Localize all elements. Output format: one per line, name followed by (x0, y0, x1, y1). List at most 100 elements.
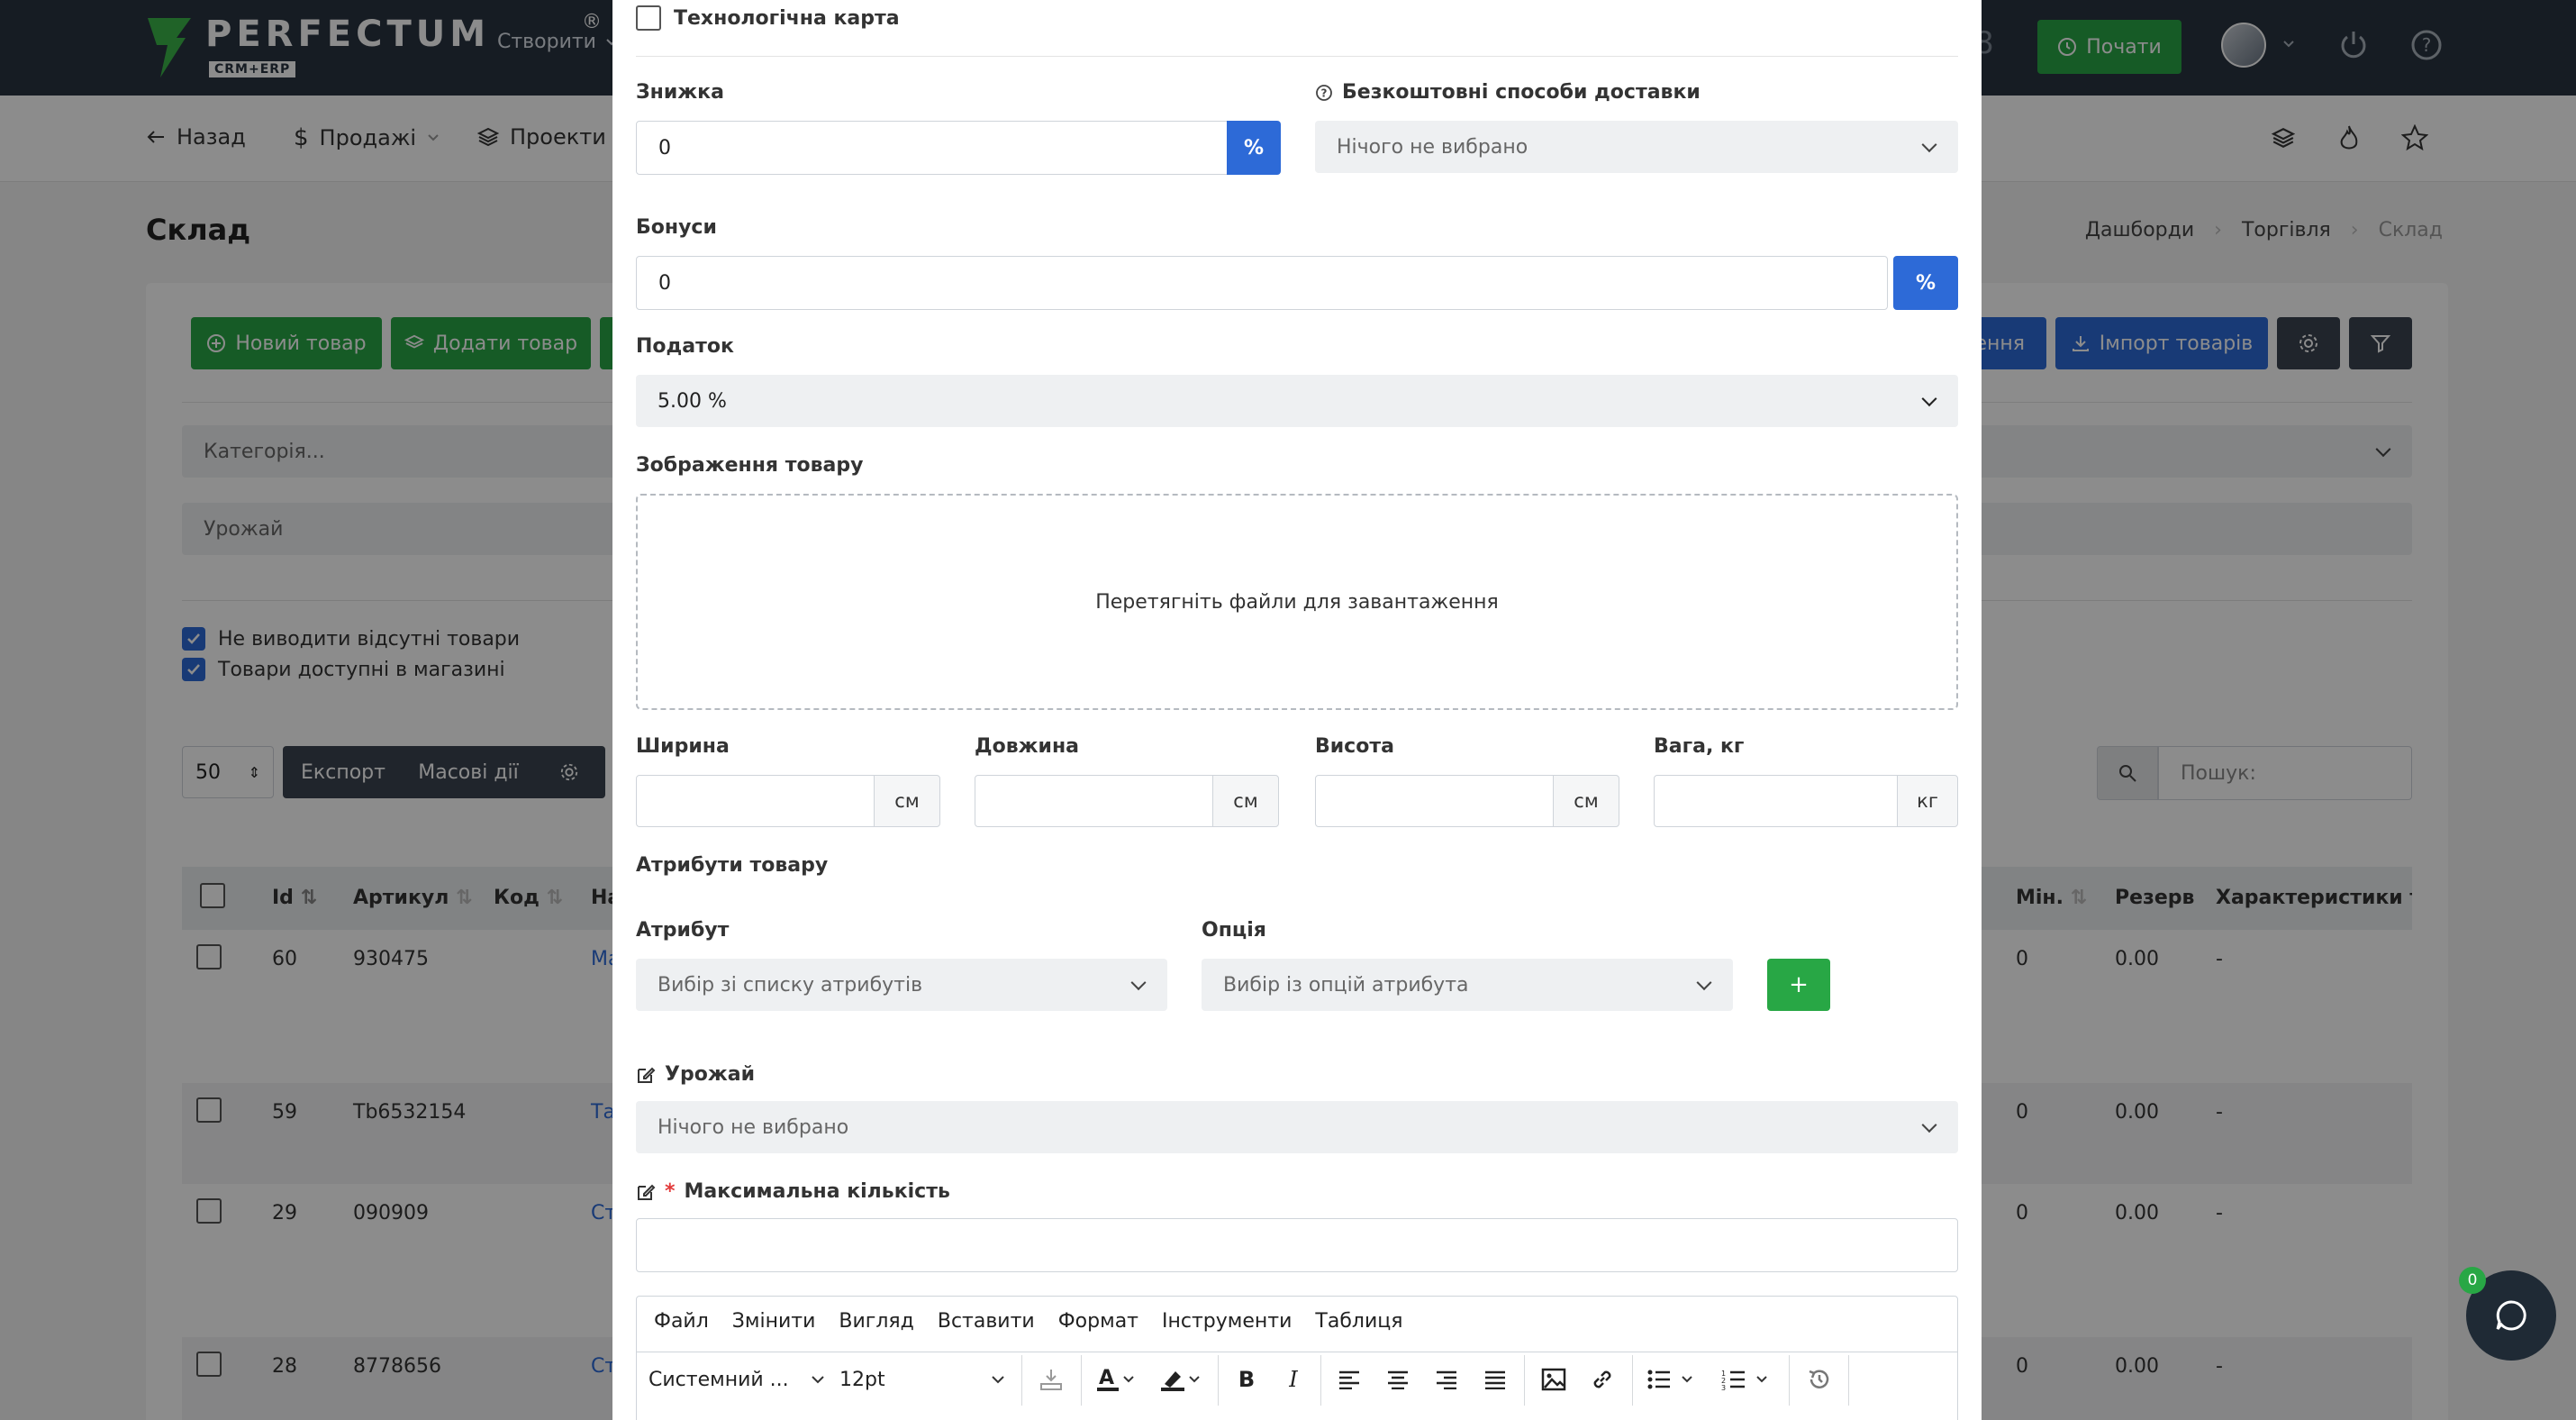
italic-icon: I (1289, 1367, 1298, 1392)
toolbar-separator (1081, 1355, 1082, 1406)
harvest-text: Урожай (665, 1063, 755, 1086)
italic-button[interactable]: I (1272, 1352, 1315, 1407)
toolbar-separator (1218, 1355, 1219, 1406)
menu-format[interactable]: Формат (1058, 1310, 1138, 1333)
chevron-down-icon (812, 1376, 824, 1384)
svg-text:?: ? (1321, 86, 1328, 99)
paste-icon (1040, 1370, 1062, 1390)
bonus-input[interactable]: 0 (636, 256, 1888, 310)
editor-menubar: Файл Змінити Вигляд Вставити Формат Інст… (654, 1310, 1402, 1333)
harvest-label: Урожай (636, 1063, 755, 1086)
bonus-value: 0 (658, 271, 671, 295)
attributes-label: Атрибути товару (636, 854, 829, 877)
attribute-select[interactable]: Вибір зі списку атрибутів (636, 959, 1167, 1011)
plus-icon: + (1789, 971, 1809, 998)
tech-card-checkbox[interactable]: Технологічна карта (636, 5, 900, 31)
product-modal: Технологічна карта Знижка 0 % ? Безкошто… (612, 0, 1982, 1420)
align-left-button[interactable] (1328, 1352, 1371, 1407)
length-unit: см (1212, 775, 1279, 827)
insert-image-button[interactable] (1531, 1352, 1576, 1407)
bonus-percent-toggle[interactable]: % (1893, 256, 1958, 310)
menu-file[interactable]: Файл (654, 1310, 709, 1333)
paste-button[interactable] (1029, 1352, 1074, 1407)
chevron-down-icon (1921, 1117, 1937, 1133)
discount-input[interactable]: 0 (636, 121, 1229, 175)
required-star: * (665, 1180, 676, 1203)
free-delivery-text: Безкоштовні способи доставки (1342, 81, 1701, 104)
option-placeholder: Вибір із опцій атрибута (1223, 973, 1469, 997)
menu-table[interactable]: Таблиця (1315, 1310, 1402, 1333)
toolbar-separator (1021, 1355, 1022, 1406)
length-label: Довжина (975, 735, 1079, 758)
image-dropzone[interactable]: Перетягніть файли для завантаження (636, 494, 1958, 710)
weight-label: Вага, кг (1654, 735, 1745, 758)
numbered-list-icon: 123 (1721, 1370, 1767, 1390)
highlight-color-button[interactable] (1151, 1352, 1212, 1407)
history-icon (1809, 1370, 1829, 1388)
option-select[interactable]: Вибір із опцій атрибута (1202, 959, 1733, 1011)
edit-icon[interactable] (636, 1182, 656, 1202)
bullet-list-icon (1647, 1370, 1692, 1389)
link-icon (1593, 1370, 1611, 1388)
percent-sign: % (1243, 136, 1265, 159)
width-label: Ширина (636, 735, 730, 758)
bonus-label: Бонуси (636, 216, 717, 239)
weight-unit: кг (1897, 775, 1958, 827)
chevron-down-icon (992, 1376, 1004, 1384)
text-color-icon: A (1097, 1367, 1134, 1391)
edit-icon[interactable] (636, 1065, 656, 1085)
toolbar-separator (1524, 1355, 1525, 1406)
font-family-select[interactable]: Системний ... (649, 1352, 825, 1407)
text-color-button[interactable]: A (1088, 1352, 1146, 1407)
discount-percent-toggle[interactable]: % (1227, 121, 1281, 175)
width-input[interactable] (636, 775, 875, 827)
harvest-select[interactable]: Нічого не вибрано (636, 1101, 1958, 1153)
percent-sign: % (1915, 271, 1937, 295)
highlighter-icon (1161, 1371, 1200, 1391)
free-delivery-label: ? Безкоштовні способи доставки (1315, 81, 1701, 104)
image-icon (1541, 1368, 1566, 1391)
align-center-button[interactable] (1376, 1352, 1420, 1407)
align-center-icon (1388, 1370, 1408, 1389)
weight-input[interactable] (1654, 775, 1899, 827)
max-qty-input[interactable] (636, 1218, 1958, 1272)
menu-tools[interactable]: Інструменти (1162, 1310, 1292, 1333)
toolbar-separator (1789, 1355, 1790, 1406)
help-icon[interactable]: ? (1315, 84, 1333, 102)
history-button[interactable] (1796, 1352, 1843, 1407)
bold-icon: B (1238, 1367, 1256, 1392)
font-size-select[interactable]: 12pt (839, 1352, 1005, 1407)
tax-value: 5.00 % (658, 389, 727, 413)
attribute-label: Атрибут (636, 919, 730, 942)
align-justify-icon (1485, 1370, 1505, 1389)
height-input[interactable] (1315, 775, 1555, 827)
font-size-value: 12pt (839, 1368, 885, 1391)
chevron-down-icon (1921, 391, 1937, 407)
align-left-icon (1339, 1370, 1359, 1389)
chat-unread-badge: 0 (2459, 1267, 2486, 1294)
bullet-list-button[interactable] (1639, 1352, 1708, 1407)
length-input[interactable] (975, 775, 1214, 827)
menu-insert[interactable]: Вставити (938, 1310, 1035, 1333)
add-attribute-button[interactable]: + (1767, 959, 1830, 1011)
insert-link-button[interactable] (1580, 1352, 1625, 1407)
align-justify-button[interactable] (1474, 1352, 1517, 1407)
bold-button[interactable]: B (1225, 1352, 1268, 1407)
attribute-placeholder: Вибір зі списку атрибутів (658, 973, 923, 997)
numbered-list-button[interactable]: 123 (1713, 1352, 1783, 1407)
toolbar-separator (1848, 1355, 1849, 1406)
tax-select[interactable]: 5.00 % (636, 375, 1958, 427)
divider (636, 56, 1958, 57)
checkbox-unchecked-icon (636, 5, 661, 31)
menu-edit[interactable]: Змінити (732, 1310, 816, 1333)
align-right-button[interactable] (1425, 1352, 1468, 1407)
image-label: Зображення товару (636, 454, 864, 477)
toolbar-separator (1632, 1355, 1633, 1406)
dropzone-text: Перетягніть файли для завантаження (1095, 590, 1499, 614)
free-delivery-select[interactable]: Нічого не вибрано (1315, 121, 1958, 173)
chevron-down-icon (1921, 137, 1937, 153)
menu-view[interactable]: Вигляд (839, 1310, 913, 1333)
svg-text:3: 3 (1721, 1384, 1726, 1390)
option-label: Опція (1202, 919, 1266, 942)
discount-label: Знижка (636, 81, 724, 104)
